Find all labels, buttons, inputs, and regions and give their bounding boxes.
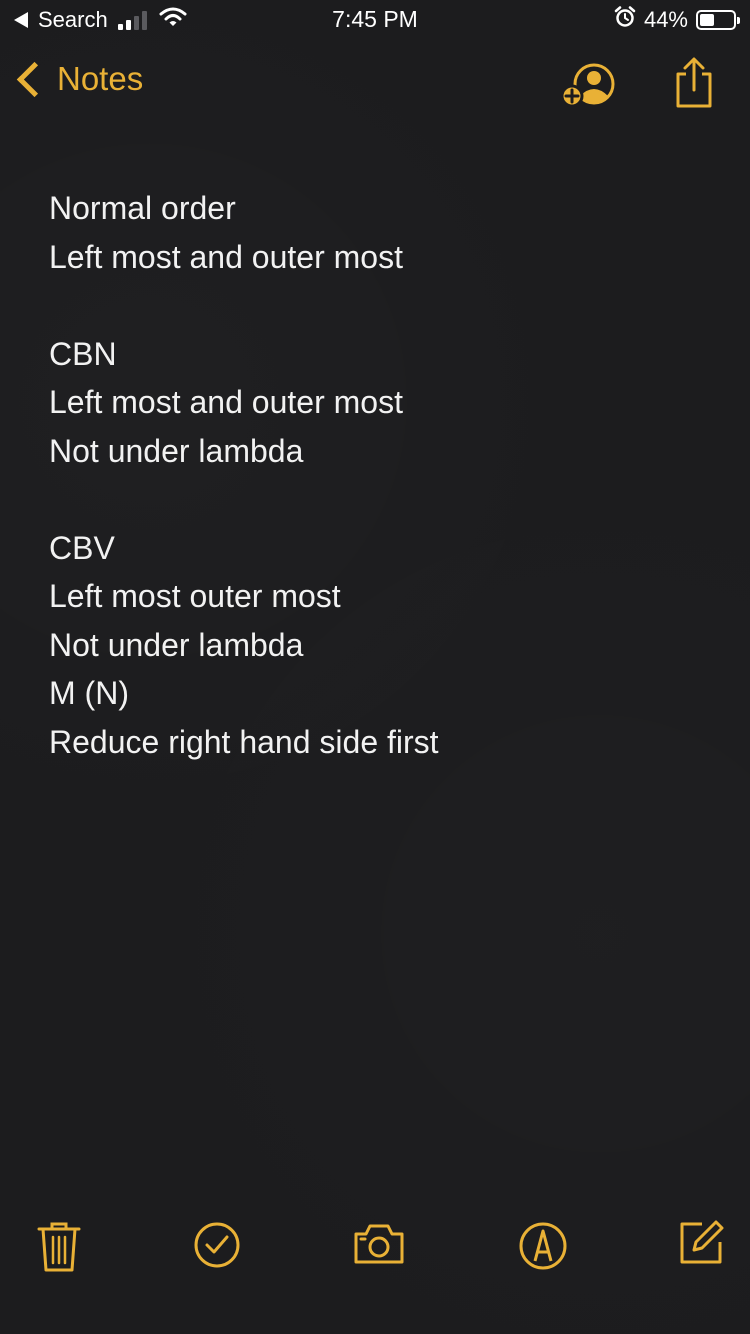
- note-line: Left most outer most: [49, 578, 341, 614]
- note-line: CBN: [49, 335, 117, 372]
- back-label: Notes: [57, 60, 144, 97]
- note-line: M (N): [49, 675, 129, 711]
- note-line: Not under lambda: [49, 626, 304, 663]
- note-line: CBV: [49, 529, 115, 566]
- add-person-button[interactable]: [558, 60, 618, 115]
- notes-screen: Search 7:45 PM 44% Notes Normal order Le…: [0, 0, 750, 1334]
- battery-percent: 44%: [643, 7, 688, 32]
- share-button[interactable]: [672, 56, 716, 115]
- note-line: Left most and outer most: [49, 238, 403, 275]
- compose-button[interactable]: [678, 1220, 724, 1271]
- add-person-icon: [560, 63, 615, 108]
- markup-button[interactable]: [518, 1221, 568, 1276]
- battery-tip: [737, 17, 740, 24]
- note-line: Left most and outer most: [49, 384, 403, 420]
- compose-icon: [680, 1220, 724, 1264]
- note-blank-line: [49, 475, 709, 524]
- checklist-icon: [194, 1222, 240, 1268]
- camera-button[interactable]: [352, 1222, 406, 1271]
- note-body[interactable]: Normal order Left most and outer most CBN L…: [49, 184, 709, 766]
- navigation-bar: Notes: [0, 50, 750, 120]
- status-right: 44%: [614, 6, 740, 34]
- trash-icon: [37, 1222, 81, 1272]
- share-icon: [676, 57, 712, 108]
- camera-icon: [354, 1224, 404, 1264]
- battery-fill: [700, 14, 714, 26]
- markup-icon: [519, 1222, 567, 1270]
- chevron-left-icon: [16, 61, 53, 97]
- checklist-button[interactable]: [193, 1221, 241, 1274]
- battery-icon: [696, 10, 740, 30]
- note-blank-line: [49, 281, 709, 330]
- back-to-notes-button[interactable]: Notes: [14, 60, 143, 98]
- alarm-icon: [614, 6, 636, 34]
- delete-button[interactable]: [36, 1221, 82, 1278]
- note-line: Not under lambda: [49, 432, 304, 469]
- note-line: Reduce right hand side first: [49, 723, 439, 760]
- status-bar: Search 7:45 PM 44%: [0, 0, 750, 40]
- note-line: Normal order: [49, 190, 236, 226]
- bottom-toolbar: [0, 1220, 750, 1334]
